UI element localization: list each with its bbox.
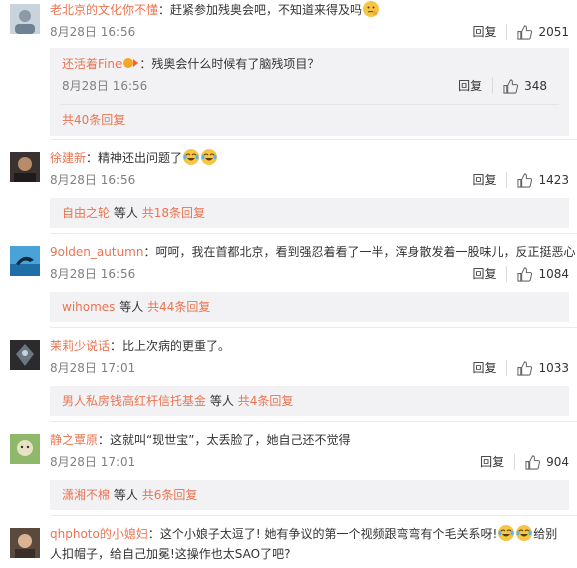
- reply-button[interactable]: 回复: [472, 360, 508, 376]
- comment-actions: 回复 1423: [472, 172, 569, 188]
- comment-text: ：这个小娘子太逗了! 她有争议的第一个视频跟弯弯有个毛关系呀!: [147, 527, 498, 541]
- comment-text: ：精神还出问题了: [86, 151, 183, 165]
- reply-username[interactable]: 自由之轮: [62, 206, 110, 220]
- laugh-cry-emoji-icon: [497, 524, 515, 542]
- comment-actions: 回复 2051: [472, 24, 569, 40]
- thumbs-up-icon: [517, 24, 533, 40]
- comment-text: ：比上次病的更重了。: [110, 339, 231, 353]
- comment-text: ：这就叫“现世宝”，太丢脸了，她自己还不觉得: [98, 433, 351, 447]
- laugh-cry-emoji-icon: [200, 148, 218, 166]
- reply-username[interactable]: 还活着Fine: [62, 57, 122, 71]
- comment-time: 8月28日 17:01: [50, 361, 136, 375]
- like-button[interactable]: 1033: [517, 360, 569, 376]
- more-replies-link[interactable]: wihomes 等人 共44条回复: [62, 299, 210, 315]
- comment-time: 8月28日 16:56: [50, 25, 136, 39]
- comment-text: ：赶紧参加残奥会吧，不知道来得及吗: [158, 3, 363, 17]
- comment-item: 徐建新：精神还出问题了 8月28日 16:56 回复 1423 自由之轮 等人 …: [0, 146, 577, 234]
- laugh-cry-emoji-icon: [515, 524, 533, 542]
- comment-item: 9olden_autumn：呵呵，我在首都北京，看到强忍着看了一半，浑身散发着一…: [0, 240, 577, 328]
- divider: [50, 515, 577, 516]
- more-replies-count: 共4条回复: [237, 394, 294, 408]
- divider: [50, 421, 577, 422]
- more-replies-link[interactable]: 男人私房钱高红杆信托基金 等人 共4条回复: [62, 393, 293, 409]
- like-button[interactable]: 1423: [517, 172, 569, 188]
- comment-actions: 回复 1033: [472, 360, 569, 376]
- sub-reply-box: 还活着Fine ：残奥会什么时候有了脑残项目？ 8月28日 16:56 回复 34…: [50, 48, 569, 136]
- reply-text: ：残奥会什么时候有了脑残项目？: [139, 57, 320, 71]
- more-replies-link[interactable]: 自由之轮 等人 共18条回复: [62, 205, 205, 221]
- avatar[interactable]: [10, 528, 40, 558]
- like-count: 2051: [538, 25, 569, 39]
- sub-reply-box: wihomes 等人 共44条回复: [50, 292, 569, 322]
- thinking-emoji-icon: [362, 0, 380, 18]
- thumbs-up-icon: [517, 266, 533, 282]
- reply-username[interactable]: 潇湘不棉: [62, 488, 110, 502]
- more-replies-suffix: 等人: [113, 488, 138, 502]
- laugh-cry-emoji-icon: [182, 148, 200, 166]
- comment-item: 茉莉少说话：比上次病的更重了。 8月28日 17:01 回复 1033 男人私房…: [0, 334, 577, 422]
- more-replies-count: 共6条回复: [141, 488, 198, 502]
- reply-button[interactable]: 回复: [458, 78, 494, 94]
- comment-username[interactable]: qhphoto的小媳妇: [50, 527, 148, 541]
- comment-item: 静之覃原：这就叫“现世宝”，太丢脸了，她自己还不觉得 8月28日 17:01 回…: [0, 428, 577, 516]
- reply-button[interactable]: 回复: [480, 454, 516, 470]
- like-button[interactable]: 2051: [517, 24, 569, 40]
- comment-actions: 回复 1084: [472, 266, 569, 282]
- comment-text: ：呵呵，我在首都北京，看到强忍着看了一半，浑身散发着一股味儿，反正挺恶心: [143, 245, 576, 259]
- comment-item: qhphoto的小媳妇：这个小娘子太逗了! 她有争议的第一个视频跟弯弯有个毛关系…: [0, 522, 577, 568]
- reply-button[interactable]: 回复: [472, 24, 508, 40]
- like-count: 348: [524, 79, 547, 93]
- comment-time: 8月28日 17:01: [50, 455, 136, 469]
- reply-actions: 回复 348: [458, 78, 547, 94]
- more-replies-link[interactable]: 共40条回复: [62, 112, 125, 128]
- divider: [50, 139, 577, 140]
- thumbs-up-icon: [517, 360, 533, 376]
- comment-username[interactable]: 静之覃原: [50, 433, 98, 447]
- thumbs-up-icon: [525, 454, 541, 470]
- like-count: 1423: [538, 173, 569, 187]
- avatar[interactable]: [10, 246, 40, 276]
- comment-username[interactable]: 徐建新: [50, 151, 86, 165]
- more-replies-suffix: 等人: [113, 206, 138, 220]
- avatar[interactable]: [10, 4, 40, 34]
- divider: [50, 327, 577, 328]
- thumbs-up-icon: [503, 78, 519, 94]
- like-count: 1084: [538, 267, 569, 281]
- reply-button[interactable]: 回复: [472, 172, 508, 188]
- comment-time: 8月28日 16:56: [50, 267, 136, 281]
- reply-button[interactable]: 回复: [472, 266, 508, 282]
- comment-actions: 回复 904: [480, 454, 569, 470]
- more-replies-link[interactable]: 潇湘不棉 等人 共6条回复: [62, 487, 197, 503]
- comment-username[interactable]: 老北京的文化你不懂: [50, 3, 158, 17]
- more-replies-count: 共18条回复: [141, 206, 205, 220]
- avatar[interactable]: [10, 152, 40, 182]
- more-replies-count: 共44条回复: [147, 300, 211, 314]
- reply-username[interactable]: wihomes: [62, 300, 115, 314]
- like-button[interactable]: 1084: [517, 266, 569, 282]
- comment-username[interactable]: 9olden_autumn: [50, 245, 143, 259]
- divider: [50, 233, 577, 234]
- divider: [60, 104, 559, 105]
- reply-username[interactable]: 男人私房钱高红杆信托基金: [62, 394, 206, 408]
- sub-reply-box: 自由之轮 等人 共18条回复: [50, 198, 569, 228]
- sub-reply-box: 男人私房钱高红杆信托基金 等人 共4条回复: [50, 386, 569, 416]
- like-button[interactable]: 904: [525, 454, 569, 470]
- fans-badge-icon: [123, 56, 139, 70]
- like-count: 1033: [538, 361, 569, 375]
- more-replies-suffix: 等人: [119, 300, 144, 314]
- more-replies-count: 共40条回复: [62, 113, 126, 127]
- like-count: 904: [546, 455, 569, 469]
- avatar[interactable]: [10, 340, 40, 370]
- like-button[interactable]: 348: [503, 78, 547, 94]
- comment-time: 8月28日 16:56: [50, 173, 136, 187]
- comment-username[interactable]: 茉莉少说话: [50, 339, 110, 353]
- sub-reply-box: 潇湘不棉 等人 共6条回复: [50, 480, 569, 510]
- more-replies-suffix: 等人: [209, 394, 234, 408]
- comment-item: 老北京的文化你不懂：赶紧参加残奥会吧，不知道来得及吗 8月28日 16:56 回…: [0, 0, 577, 140]
- thumbs-up-icon: [517, 172, 533, 188]
- avatar[interactable]: [10, 434, 40, 464]
- reply-time: 8月28日 16:56: [62, 79, 148, 93]
